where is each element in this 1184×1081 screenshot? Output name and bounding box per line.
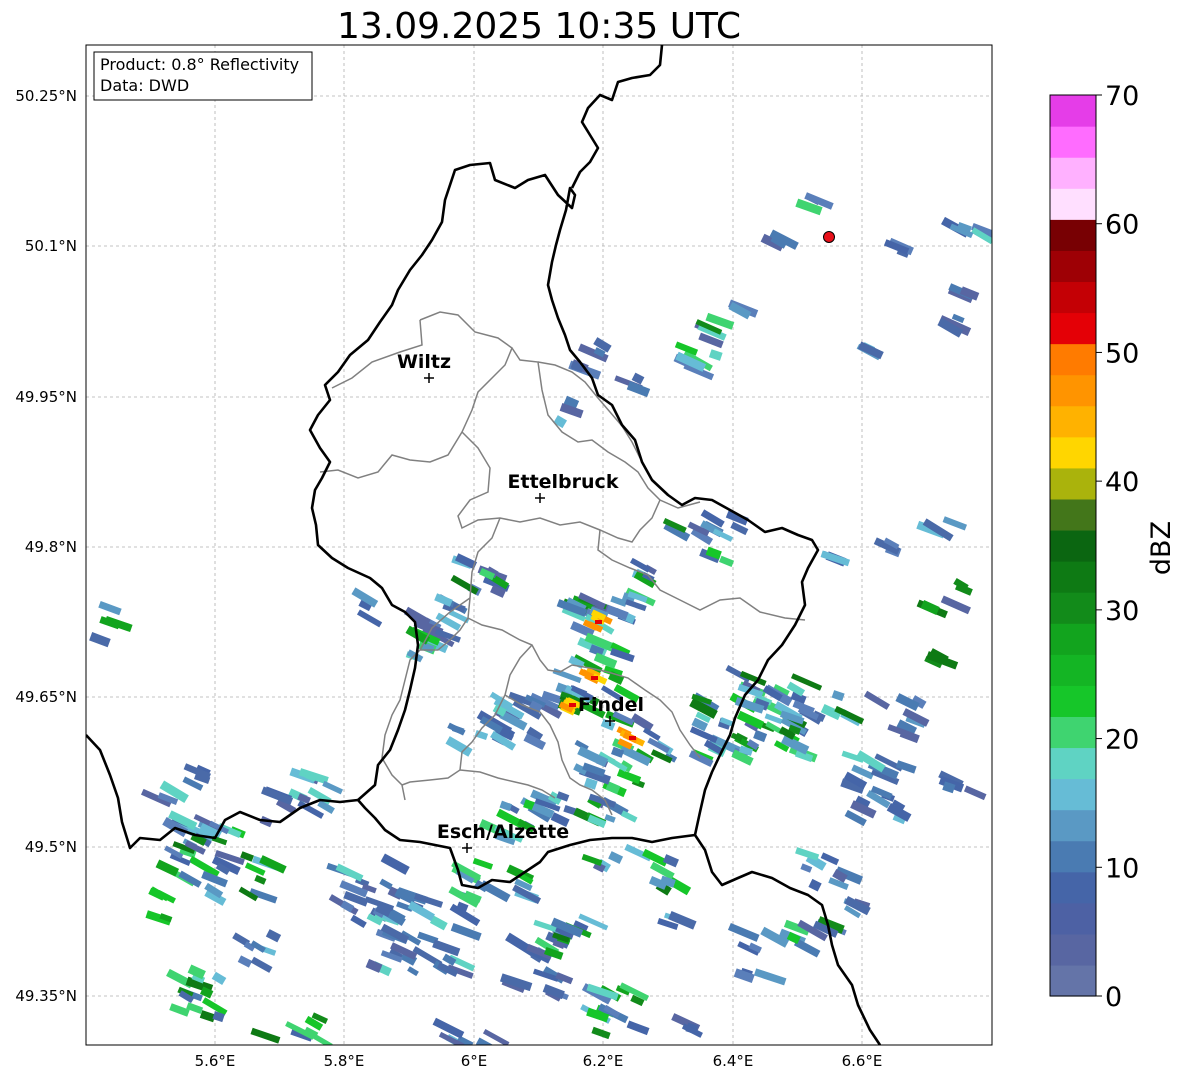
colorbar-segment [1050,95,1096,127]
lon-tick-label: 5.6°E [195,1052,236,1070]
info-box: Product: 0.8° Reflectivity Data: DWD [93,51,313,101]
colorbar-segment [1050,374,1096,407]
lat-tick-label: 49.35°N [15,987,77,1005]
colorbar-tick-label: 60 [1105,210,1139,241]
longitude-ticks: 5.6°E 5.8°E 6°E 6.2°E 6.4°E 6.6°E [195,1052,883,1070]
colorbar: 0 10 20 30 40 50 60 70 [1049,81,1139,1013]
echo-cell-red [595,620,602,624]
colorbar-segment [1050,871,1096,904]
colorbar-tick-label: 40 [1105,467,1139,498]
lat-tick-label: 50.1°N [25,237,77,255]
colorbar-segment [1050,809,1096,842]
lon-tick-label: 6°E [461,1052,488,1070]
lat-tick-label: 49.95°N [15,388,77,406]
lon-tick-label: 6.6°E [842,1052,883,1070]
colorbar-segment [1050,219,1096,251]
echo-cell-red [569,703,576,707]
colorbar-tick-label: 20 [1105,725,1139,756]
colorbar-segment [1050,157,1096,189]
lat-tick-label: 49.65°N [15,688,77,706]
info-product: Product: 0.8° Reflectivity [100,55,299,74]
colorbar-segment [1050,126,1096,158]
colorbar-segment [1050,592,1096,624]
colorbar-segment [1050,498,1096,531]
colorbar-segment [1050,312,1096,345]
colorbar-label: dBZ [1146,521,1177,575]
red-dot-marker [823,231,835,243]
colorbar-tick-label: 10 [1105,853,1139,884]
colorbar-segment [1050,654,1096,686]
colorbar-segment [1050,561,1096,593]
lat-tick-label: 50.25°N [15,87,77,105]
lat-tick-label: 49.8°N [25,538,77,556]
lon-tick-label: 6.4°E [713,1052,754,1070]
colorbar-segment [1050,188,1096,220]
colorbar-segment [1050,623,1096,655]
colorbar-segment [1050,747,1096,780]
colorbar-tick-label: 50 [1105,338,1139,369]
colorbar-segment [1050,716,1096,749]
colorbar-segment [1050,250,1096,283]
colorbar-segment [1050,685,1096,717]
colorbar-segment [1050,467,1096,500]
city-label: Esch/Alzette [437,821,569,843]
echo-cell-red [629,736,636,740]
map-title: 13.09.2025 10:35 UTC [337,6,741,47]
lat-tick-label: 49.5°N [25,838,77,856]
colorbar-segment [1050,343,1096,376]
colorbar-tick-label: 70 [1105,81,1139,112]
colorbar-segment [1050,933,1096,966]
city-label: Ettelbruck [508,471,619,493]
colorbar-segment [1050,902,1096,935]
colorbar-segment [1050,281,1096,314]
latitude-ticks: 50.25°N 50.1°N 49.95°N 49.8°N 49.65°N 49.5°N 4… [15,87,77,1005]
colorbar-tick-label: 0 [1105,982,1122,1013]
colorbar-segment [1050,778,1096,811]
colorbar-segment [1050,436,1096,469]
city-label: Findel [578,694,644,716]
city-label: Wiltz [397,351,451,373]
lon-tick-label: 5.8°E [324,1052,365,1070]
colorbar-segment [1050,964,1096,997]
info-data-source: Data: DWD [100,76,189,95]
map-area [86,45,992,1045]
echo-cell-red [591,676,598,680]
colorbar-segment [1050,840,1096,873]
colorbar-tick-label: 30 [1105,596,1139,627]
colorbar-segment [1050,529,1096,562]
colorbar-segment [1050,405,1096,438]
lon-tick-label: 6.2°E [583,1052,624,1070]
